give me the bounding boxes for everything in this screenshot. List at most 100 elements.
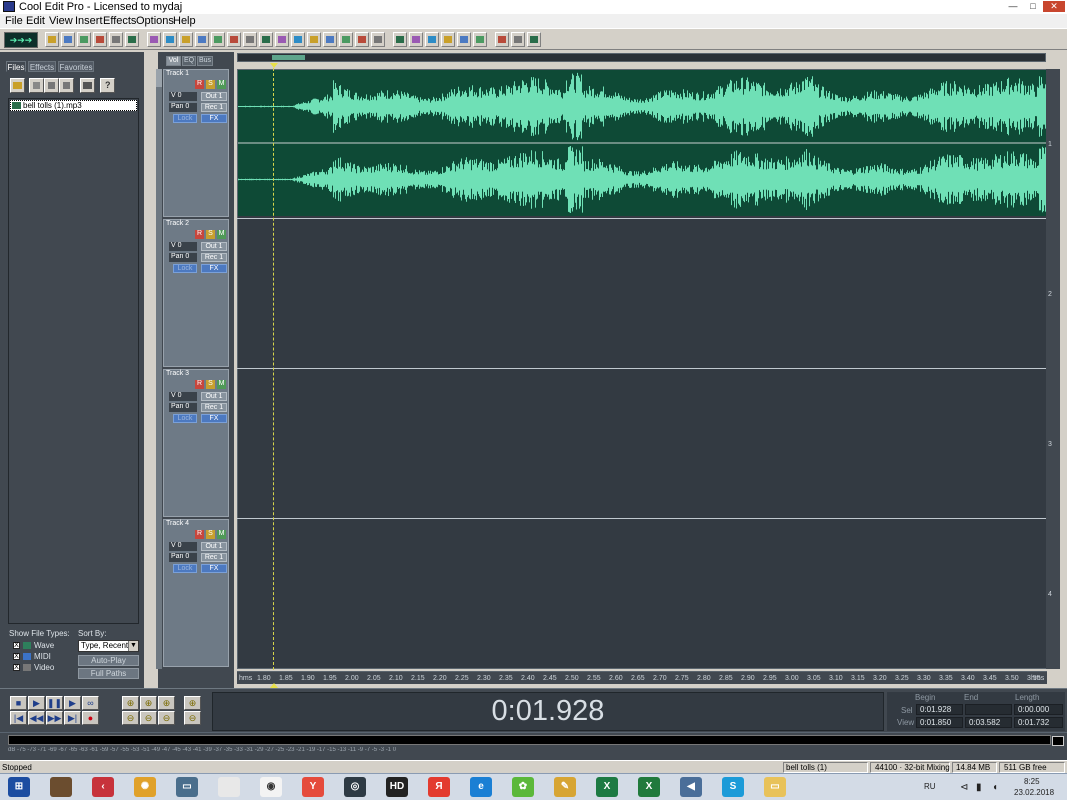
excel-icon[interactable]: X — [596, 777, 618, 797]
fx-button[interactable]: FX — [201, 414, 227, 423]
menu-insert[interactable]: Insert — [75, 15, 103, 27]
full-paths-button[interactable]: Full Paths — [78, 668, 139, 679]
network-icon[interactable]: ▮ — [976, 782, 982, 793]
zoom-full-button[interactable]: ⊕ — [158, 696, 175, 710]
solo-button[interactable]: S — [206, 230, 215, 239]
stop-button[interactable]: ■ — [10, 696, 27, 710]
media-icon[interactable]: ◎ — [344, 777, 366, 797]
record-input-button[interactable]: Rec 1 — [201, 103, 227, 112]
mute-button[interactable]: M — [217, 80, 226, 89]
language-indicator[interactable]: RU — [924, 782, 936, 791]
zoom-button[interactable] — [511, 32, 525, 47]
overview-thumb[interactable] — [272, 55, 305, 60]
maximize-button[interactable]: □ — [1024, 1, 1042, 12]
clip-indicator[interactable] — [1052, 736, 1064, 746]
playback-cursor[interactable] — [273, 68, 274, 670]
close-button[interactable]: ✕ — [1043, 1, 1065, 12]
clock-date[interactable]: 23.02.2018 — [1014, 788, 1054, 797]
video-checkbox[interactable]: X — [13, 664, 20, 671]
view-length-field[interactable]: 0:01.732 — [1014, 717, 1063, 728]
envelope-button[interactable] — [275, 32, 289, 47]
auto-play-button[interactable]: Auto-Play — [78, 655, 139, 666]
pan-field[interactable]: Pan 0 — [169, 553, 197, 562]
zoom-in-vertical-button[interactable]: ⊕ — [184, 696, 201, 710]
edit-file-button[interactable] — [80, 78, 95, 93]
save-all-button[interactable] — [109, 32, 123, 47]
lock-button[interactable]: Lock — [173, 264, 197, 273]
help-button[interactable] — [527, 32, 541, 47]
start-orb-icon[interactable]: ⊞ — [8, 777, 30, 797]
insert-midi-button[interactable] — [339, 32, 353, 47]
tab-eq[interactable]: EQ — [182, 56, 196, 66]
icq-icon[interactable]: ✿ — [512, 777, 534, 797]
cd-button[interactable] — [495, 32, 509, 47]
record-arm-button[interactable]: R — [195, 80, 204, 89]
loop-button[interactable] — [259, 32, 273, 47]
sort-by-select[interactable]: Type, Recent ▼ — [78, 640, 139, 652]
record-button[interactable] — [393, 32, 407, 47]
zoom-left-button[interactable]: ⊖ — [122, 711, 139, 725]
mute-button[interactable] — [371, 32, 385, 47]
pen-icon[interactable]: ✎ — [554, 777, 576, 797]
copy-button[interactable] — [195, 32, 209, 47]
pan-field[interactable]: Pan 0 — [169, 103, 197, 112]
output-button[interactable]: Out 1 — [201, 242, 227, 251]
volume-field[interactable]: V 0 — [169, 542, 197, 551]
loop-play-button[interactable]: ∞ — [82, 696, 99, 710]
menu-edit[interactable]: Edit — [26, 15, 45, 27]
chevron-down-icon[interactable]: ▼ — [128, 641, 138, 651]
tab-favorites[interactable]: Favorites — [58, 61, 94, 72]
cut-button[interactable] — [179, 32, 193, 47]
wave-checkbox[interactable]: X — [13, 642, 20, 649]
solo-button[interactable]: S — [206, 530, 215, 539]
rewind-button[interactable]: ◀◀ — [28, 711, 45, 725]
view-end-field[interactable]: 0:03.582 — [965, 717, 1012, 728]
close-button[interactable] — [125, 32, 139, 47]
record-arm-button[interactable]: R — [195, 230, 204, 239]
fx-button[interactable]: FX — [201, 114, 227, 123]
playhead-marker-top[interactable] — [270, 63, 278, 68]
output-button[interactable]: Out 1 — [201, 542, 227, 551]
zoom-out-horizontal-button[interactable]: ⊕ — [140, 696, 157, 710]
paste-button[interactable] — [211, 32, 225, 47]
device-button[interactable] — [473, 32, 487, 47]
sel-end-field[interactable] — [965, 704, 1012, 715]
tab-vol[interactable]: Vol — [166, 56, 181, 66]
save-button[interactable] — [93, 32, 107, 47]
help-button[interactable]: ? — [100, 78, 115, 93]
zoom-out-vertical-button[interactable]: ⊖ — [184, 711, 201, 725]
stop-button[interactable] — [243, 32, 257, 47]
bpm-button[interactable] — [457, 32, 471, 47]
pan-field[interactable]: Pan 0 — [169, 403, 197, 412]
mute-button[interactable]: M — [217, 530, 226, 539]
open-file-button[interactable] — [10, 78, 25, 93]
tab-effects[interactable]: Effects — [28, 61, 56, 72]
volume-field[interactable]: V 0 — [169, 92, 197, 101]
fx-button[interactable]: FX — [201, 264, 227, 273]
pan-field[interactable]: Pan 0 — [169, 253, 197, 262]
lock-button[interactable]: Lock — [173, 114, 197, 123]
list-item[interactable]: bell tolls (1).mp3 — [10, 100, 137, 111]
track-name[interactable]: Track 1 — [166, 70, 189, 77]
play-to-end-button[interactable]: ▶ — [64, 696, 81, 710]
overview-bar[interactable] — [237, 53, 1046, 62]
insert-multiple-button[interactable] — [59, 78, 74, 93]
track-name[interactable]: Track 2 — [166, 220, 189, 227]
cool-edit-icon[interactable] — [50, 777, 72, 797]
undo-button[interactable] — [147, 32, 161, 47]
record-input-button[interactable]: Rec 1 — [201, 403, 227, 412]
menu-effects[interactable]: Effects — [103, 15, 136, 27]
folder-icon[interactable]: ▭ — [764, 777, 786, 797]
wave-button[interactable] — [425, 32, 439, 47]
window-icon[interactable] — [218, 777, 240, 797]
volume-field[interactable]: V 0 — [169, 242, 197, 251]
waveform-toggle-button[interactable]: ➔➔➔ — [4, 32, 38, 48]
pause-button[interactable]: ❚❚ — [46, 696, 63, 710]
midi-checkbox[interactable]: X — [13, 653, 20, 660]
play-button[interactable]: ▶ — [28, 696, 45, 710]
scroll-thumb[interactable] — [156, 69, 162, 87]
track-scrollbar[interactable] — [156, 69, 162, 669]
open-append-button[interactable] — [77, 32, 91, 47]
speaker-icon[interactable]: ◀ — [680, 777, 702, 797]
red-arrow-icon[interactable]: ✺ — [134, 777, 156, 797]
